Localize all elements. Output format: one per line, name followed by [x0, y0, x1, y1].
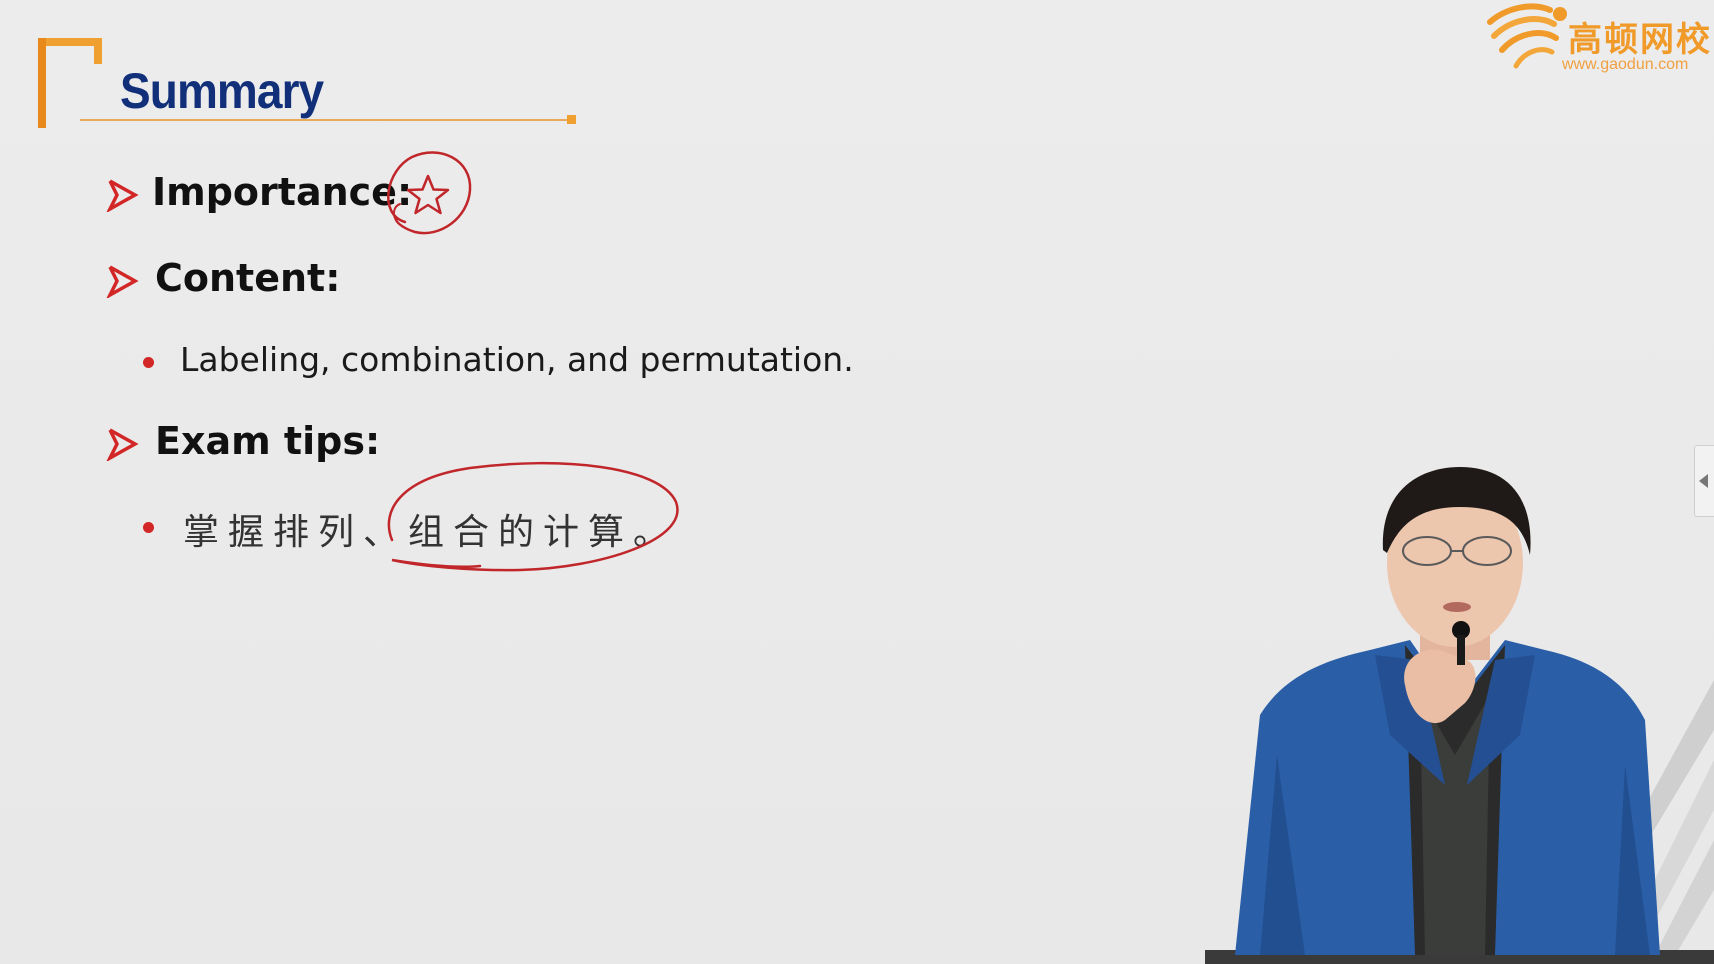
title-underline: [80, 119, 574, 121]
heading-exam-tips: Exam tips:: [155, 419, 381, 463]
bullet-dot-icon: [143, 522, 154, 533]
presenter-video: [1205, 467, 1714, 964]
logo-url: www.gaodun.com: [1562, 56, 1689, 73]
star-icon: [406, 174, 450, 215]
heading-content: Content:: [155, 256, 341, 300]
gaodun-logo: 高顿网校 www.gaodun.com: [1480, 0, 1714, 80]
logo-name: 高顿网校: [1568, 20, 1712, 60]
title-underline-dot: [567, 115, 576, 124]
lecture-slide: Summary Importance: Content: Labeling, c…: [0, 0, 1714, 964]
content-item: Labeling, combination, and permutation.: [180, 340, 854, 379]
heading-importance: Importance:: [152, 170, 413, 214]
arrow-right-icon: [106, 265, 139, 298]
arrow-right-icon: [106, 428, 139, 461]
exam-tip-item: 掌握排列、组合的计算。: [183, 512, 679, 553]
slide-title: Summary: [120, 63, 324, 119]
logo-swirl-icon: [1487, 3, 1567, 69]
arrow-right-icon: [106, 179, 139, 212]
bullet-dot-icon: [143, 357, 154, 368]
title-bracket-decoration: [38, 38, 102, 132]
